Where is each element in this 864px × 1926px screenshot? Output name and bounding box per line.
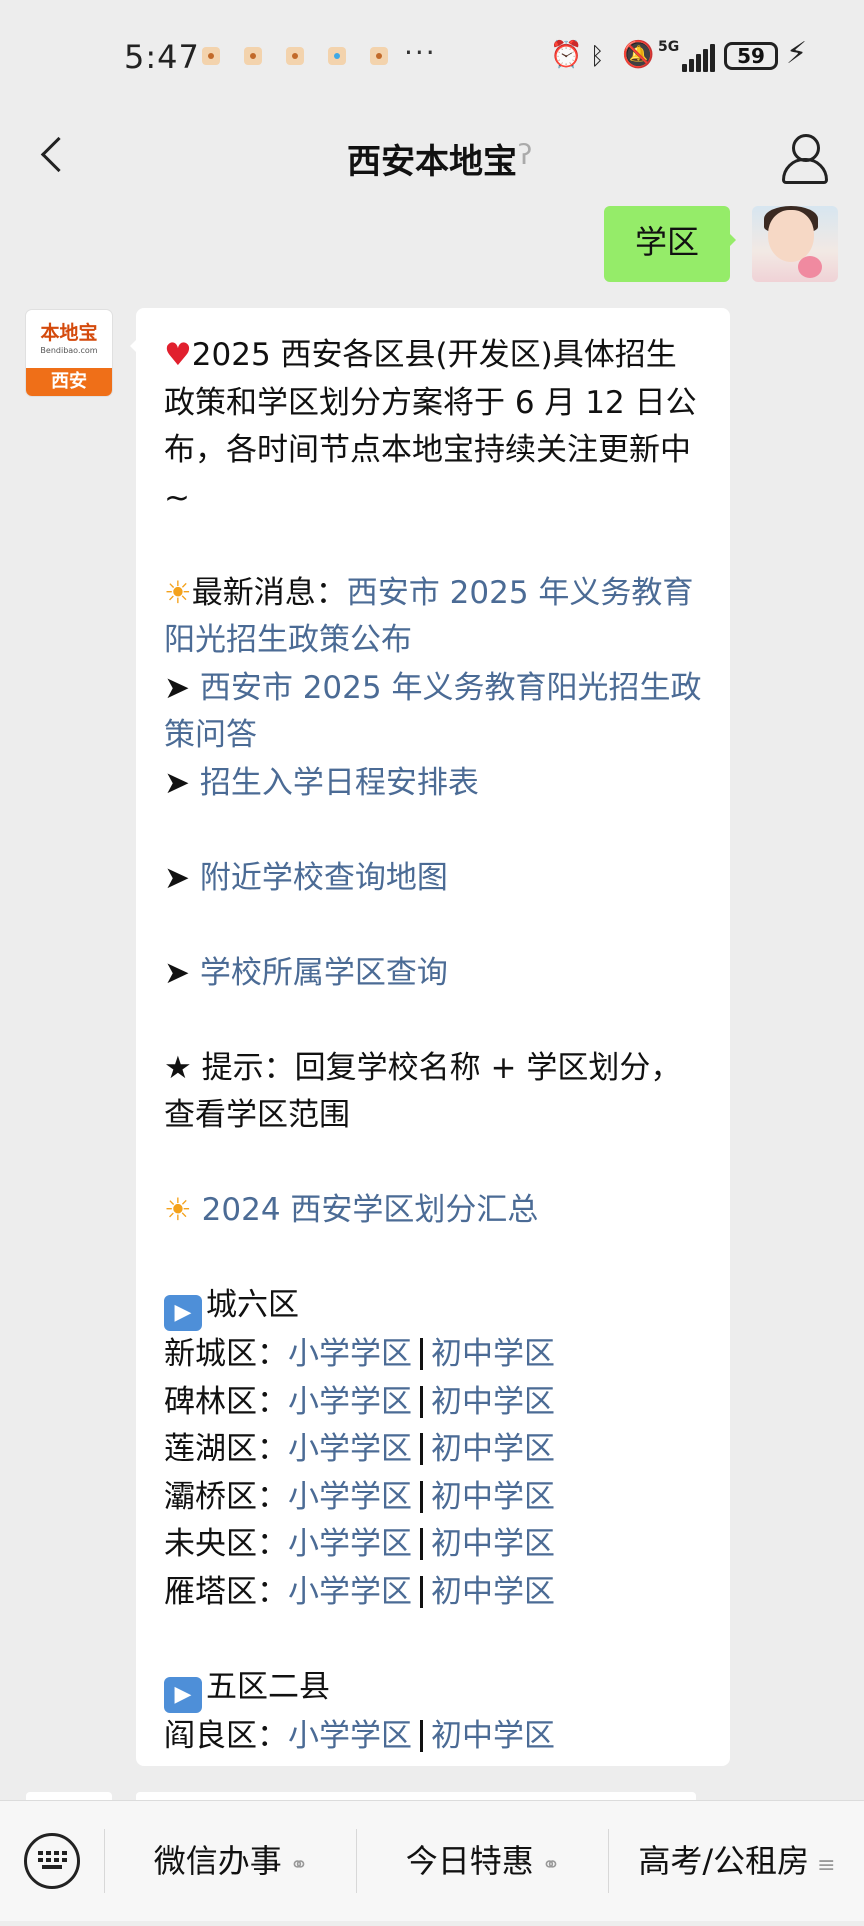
district-row: 新城区：小学学区 初中学区 bbox=[164, 1331, 704, 1379]
status-bar: 5:47 ··· ⏰ ᛒ 🔕 5G 59 ⚡ bbox=[0, 0, 864, 110]
district-name: 灞桥区： bbox=[164, 1478, 288, 1515]
district-name: 未央区： bbox=[164, 1526, 288, 1562]
nav-bar: 西安本地宝 ʔ bbox=[0, 110, 864, 206]
separator bbox=[420, 1719, 423, 1752]
menu-exam-housing[interactable]: 高考/公租房 ≡ bbox=[610, 1801, 864, 1921]
schedule-link[interactable]: 招生入学日程安排表 bbox=[200, 765, 479, 801]
primary-school-district-link[interactable]: 小学学区 bbox=[288, 1574, 412, 1610]
earpiece-mode-icon: ʔ bbox=[518, 138, 533, 171]
notification-icon bbox=[328, 47, 346, 65]
policy-qa-link[interactable]: 西安市 2025 年义务教育阳光招生政策问答 bbox=[164, 670, 701, 754]
alarm-icon: ⏰ bbox=[550, 40, 583, 70]
district-row: 莲湖区：小学学区 初中学区 bbox=[164, 1426, 704, 1474]
summary: ☀ 2024 西安学区划分汇总 bbox=[164, 1187, 704, 1235]
heart-icon: ♥ bbox=[164, 337, 192, 373]
arrow-icon: ➤ bbox=[164, 764, 190, 801]
district-row: 碑林区：小学学区 初中学区 bbox=[164, 1379, 704, 1427]
link-item: ➤ 学校所属学区查询 bbox=[164, 950, 704, 998]
middle-school-district-link[interactable]: 初中学区 bbox=[431, 1431, 555, 1467]
district-name: 碑林区： bbox=[164, 1383, 288, 1420]
more-notifications-icon: ··· bbox=[404, 36, 437, 69]
menu-wechat-services[interactable]: 微信办事 ⚭ bbox=[106, 1801, 356, 1921]
group-title: ▶ 城六区 bbox=[164, 1282, 704, 1331]
district-name: 雁塔区： bbox=[164, 1573, 288, 1610]
summary-link[interactable]: 2024 西安学区划分汇总 bbox=[202, 1192, 539, 1228]
district-row: 雁塔区：小学学区 初中学区 bbox=[164, 1569, 704, 1617]
primary-school-district-link[interactable]: 小学学区 bbox=[288, 1384, 412, 1420]
middle-school-district-link[interactable]: 初中学区 bbox=[431, 1479, 555, 1515]
signal-icon bbox=[682, 42, 715, 72]
arrow-icon: ➤ bbox=[164, 859, 190, 896]
middle-school-district-link[interactable]: 初中学区 bbox=[431, 1336, 555, 1372]
notification-icon bbox=[202, 47, 220, 65]
latest-news: ☀最新消息：西安市 2025 年义务教育阳光招生政策公布 bbox=[164, 574, 694, 659]
primary-school-district-link[interactable]: 小学学区 bbox=[288, 1526, 412, 1562]
district-row: 未央区：小学学区 初中学区 bbox=[164, 1521, 704, 1569]
mute-icon: 🔕 bbox=[622, 40, 655, 70]
middle-school-district-link[interactable]: 初中学区 bbox=[431, 1526, 555, 1562]
link-icon: ⚭ bbox=[541, 1853, 561, 1878]
middle-school-district-link[interactable]: 初中学区 bbox=[431, 1574, 555, 1610]
district-row: 灞桥区：小学学区 初中学区 bbox=[164, 1474, 704, 1522]
keyboard-icon bbox=[38, 1851, 67, 1871]
middle-school-district-link[interactable]: 初中学区 bbox=[431, 1718, 555, 1754]
outgoing-message[interactable]: 学区 bbox=[604, 206, 736, 282]
notification-icon bbox=[370, 47, 388, 65]
profile-button[interactable] bbox=[780, 132, 828, 184]
district-name: 新城区： bbox=[164, 1336, 288, 1372]
play-icon: ▶ bbox=[164, 1295, 202, 1331]
battery-level: 59 bbox=[724, 42, 778, 70]
primary-school-district-link[interactable]: 小学学区 bbox=[288, 1431, 412, 1467]
link-icon: ⚭ bbox=[289, 1853, 309, 1878]
primary-school-district-link[interactable]: 小学学区 bbox=[288, 1718, 412, 1754]
play-icon: ▶ bbox=[164, 1676, 202, 1713]
sun-icon: ☀ bbox=[164, 574, 192, 611]
submenu-icon: ≡ bbox=[817, 1853, 836, 1878]
school-map-link[interactable]: 附近学校查询地图 bbox=[200, 860, 448, 896]
primary-school-district-link[interactable]: 小学学区 bbox=[288, 1479, 412, 1515]
logo-text: 本地宝 bbox=[40, 322, 98, 344]
district-query-link[interactable]: 学校所属学区查询 bbox=[200, 955, 448, 991]
notification-icon bbox=[286, 47, 304, 65]
district-list: 新城区：小学学区 初中学区 碑林区：小学学区 初中学区 莲湖区：小学学区 初中学区 灞桥区：… bbox=[164, 1331, 704, 1616]
bottom-menu: 微信办事 ⚭ 今日特惠 ⚭ 高考/公租房 ≡ bbox=[0, 1800, 864, 1921]
logo-url: Bendibao.com bbox=[40, 346, 98, 355]
network-type: 5G bbox=[658, 39, 680, 55]
link-item: ➤ 附近学校查询地图 bbox=[164, 855, 704, 903]
district-list: 阎良区：小学学区 初中学区 bbox=[164, 1713, 704, 1761]
keyboard-toggle-button[interactable] bbox=[24, 1833, 80, 1889]
intro-paragraph: ♥2025 西安各区县(开发区)具体招生政策和学区划分方案将于 6 月 12 日… bbox=[164, 337, 697, 516]
separator bbox=[420, 1480, 423, 1513]
arrow-icon: ➤ bbox=[164, 954, 190, 991]
sun-icon: ☀ bbox=[164, 1192, 192, 1228]
separator bbox=[420, 1528, 423, 1560]
charging-icon: ⚡ bbox=[786, 36, 808, 71]
middle-school-district-link[interactable]: 初中学区 bbox=[431, 1384, 555, 1420]
district-name: 莲湖区： bbox=[164, 1431, 288, 1467]
link-item: ➤ 西安市 2025 年义务教育阳光招生政策问答 bbox=[164, 665, 704, 760]
official-account-avatar[interactable]: 本地宝 Bendibao.com 西安 bbox=[26, 310, 112, 396]
link-item: ➤ 招生入学日程安排表 bbox=[164, 760, 704, 808]
my-avatar[interactable] bbox=[752, 206, 838, 282]
notification-icon bbox=[244, 47, 262, 65]
arrow-icon: ➤ bbox=[164, 669, 190, 706]
district-row: 阎良区：小学学区 初中学区 bbox=[164, 1713, 704, 1761]
logo-city: 西安 bbox=[26, 368, 112, 396]
menu-daily-deals[interactable]: 今日特惠 ⚭ bbox=[358, 1801, 608, 1921]
tip-text: ★ 提示：回复学校名称 + 学区划分，查看学区范围 bbox=[164, 1049, 682, 1134]
status-time: 5:47 bbox=[124, 38, 200, 76]
bluetooth-icon: ᛒ bbox=[590, 42, 605, 70]
chat-title: 西安本地宝 bbox=[347, 142, 517, 182]
separator bbox=[420, 1575, 423, 1608]
separator bbox=[420, 1385, 423, 1418]
reply-message[interactable]: ♥2025 西安各区县(开发区)具体招生政策和学区划分方案将于 6 月 12 日… bbox=[130, 308, 730, 1766]
group-title: ▶ 五区二县 bbox=[164, 1664, 704, 1713]
primary-school-district-link[interactable]: 小学学区 bbox=[288, 1336, 412, 1372]
separator bbox=[420, 1338, 423, 1370]
district-name: 阎良区： bbox=[164, 1717, 288, 1754]
separator bbox=[420, 1433, 423, 1465]
